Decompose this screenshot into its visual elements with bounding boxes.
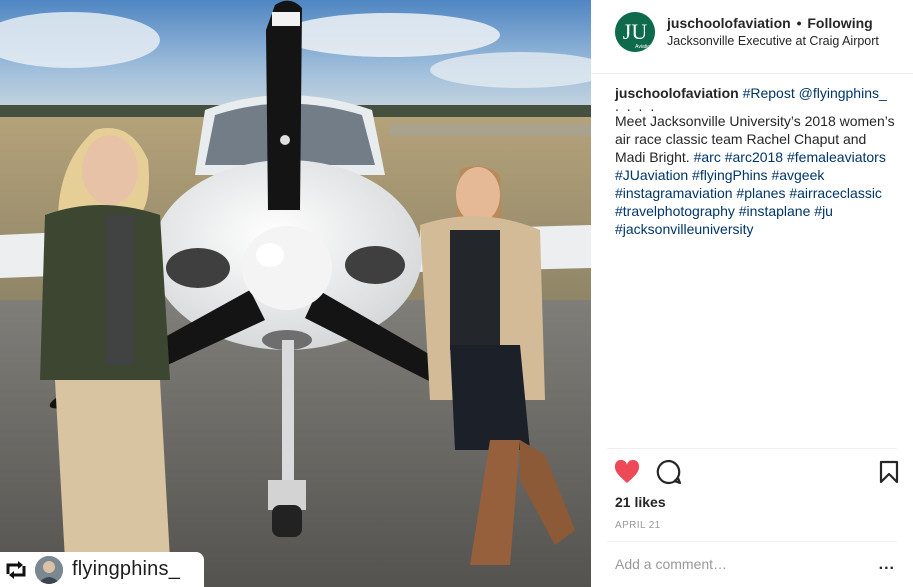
more-options-icon[interactable]: ... <box>879 556 895 574</box>
comment-icon[interactable] <box>655 458 683 486</box>
header-user-line: juschoolofaviation • Following <box>667 15 873 31</box>
hashtag-link[interactable]: #flyingPhins <box>692 167 768 183</box>
hashtag-repost[interactable]: #Repost <box>743 85 795 101</box>
location-link[interactable]: Jacksonville Executive at Craig Airport <box>667 34 879 48</box>
hashtag-link[interactable]: #arc2018 <box>725 149 783 165</box>
hashtag-link[interactable]: #femaleaviators <box>787 149 886 165</box>
hashtag-link[interactable]: #ju <box>814 203 833 219</box>
heart-filled-icon[interactable] <box>613 458 641 486</box>
actions-divider <box>607 448 897 449</box>
header-separator: • <box>796 15 802 31</box>
hashtag-link[interactable]: #arc <box>694 149 721 165</box>
hashtag-link[interactable]: #jacksonvilleuniversity <box>615 221 754 237</box>
repost-icon <box>2 556 30 584</box>
airplane-photo-illustration <box>0 0 591 587</box>
header-username[interactable]: juschoolofaviation <box>667 15 791 31</box>
bookmark-icon[interactable] <box>875 458 903 486</box>
instagram-post: flyingphins_ JU Aviation juschoolofaviat… <box>0 0 913 587</box>
hashtag-link[interactable]: #airraceclassic <box>789 185 882 201</box>
hashtag-link[interactable]: #instaplane <box>739 203 811 219</box>
avatar-logo-text: JU <box>623 19 648 44</box>
hashtag-link[interactable]: #planes <box>736 185 785 201</box>
repost-avatar <box>35 555 63 584</box>
profile-avatar[interactable]: JU Aviation <box>615 12 655 52</box>
caption-dots: . . . . <box>615 98 657 114</box>
post-side-panel: JU Aviation juschoolofaviation • Followi… <box>591 0 913 587</box>
repost-username: flyingphins_ <box>72 558 181 580</box>
post-photo[interactable]: flyingphins_ <box>0 0 591 587</box>
hashtag-link[interactable]: #travelphotography <box>615 203 735 219</box>
post-date: APRIL 21 <box>615 520 661 531</box>
avatar-logo-subtext: Aviation <box>635 44 653 50</box>
follow-status-button[interactable]: Following <box>807 15 872 31</box>
repost-attribution[interactable]: flyingphins_ <box>0 552 204 587</box>
comment-divider <box>607 541 897 542</box>
likes-count[interactable]: 21 likes <box>615 494 666 510</box>
comment-bar: Add a comment… ... <box>615 556 905 576</box>
comment-input[interactable]: Add a comment… <box>615 556 727 572</box>
post-actions <box>613 458 903 488</box>
mention-flyingphins[interactable]: @flyingphins_ <box>799 85 887 101</box>
hashtag-link[interactable]: #JUaviation <box>615 167 688 183</box>
hashtag-link[interactable]: #instagramaviation <box>615 185 733 201</box>
post-header: JU Aviation juschoolofaviation • Followi… <box>591 0 913 74</box>
post-caption: juschoolofaviation #Repost @flyingphins_… <box>615 84 895 238</box>
hashtag-link[interactable]: #avgeek <box>771 167 824 183</box>
